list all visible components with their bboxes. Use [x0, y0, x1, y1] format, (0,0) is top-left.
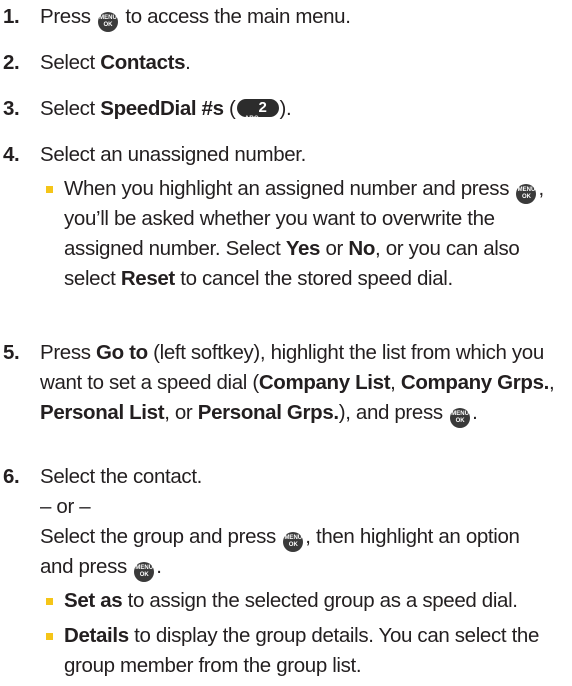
company-list-label: Company List [258, 371, 391, 394]
or-separator: – or – [40, 495, 91, 518]
step-text: Select an unassigned number. When you hi… [40, 140, 558, 299]
step-text-part: Select [40, 51, 95, 74]
company-grps-label: Company Grps. [400, 371, 549, 394]
step-number: 5. [3, 341, 20, 364]
step-text-part: , or [164, 401, 193, 424]
step-number: 4. [3, 143, 20, 166]
bullet-item: Set as to assign the selected group as a… [40, 586, 558, 616]
step-number: 1. [3, 5, 20, 28]
step-text: Select SpeedDial #s (ABC 2). [40, 94, 558, 124]
step-text-part: ), and press [338, 401, 443, 424]
step-number: 2. [3, 51, 20, 74]
reset-label: Reset [120, 267, 175, 290]
paren-close: ). [279, 97, 292, 120]
menu-ok-key-icon: MENU OK [283, 532, 304, 552]
bullet-square-icon [46, 633, 53, 640]
step-number: 3. [3, 97, 20, 120]
step-text-part: , [390, 371, 396, 394]
no-label: No [348, 237, 375, 260]
step-text-part: Select the group and press [40, 525, 276, 548]
bullet-text: or [325, 237, 343, 260]
contacts-label: Contacts [100, 51, 186, 74]
step-text-part: , [548, 371, 555, 394]
step-text: Select Contacts. [40, 48, 558, 78]
menu-ok-key-icon: MENU OK [98, 12, 119, 32]
step-text-part: Select [40, 97, 95, 120]
paren-open: ( [229, 97, 236, 120]
step-text-part: . [472, 401, 478, 424]
bullet-text: to assign the selected group as a speed … [127, 589, 518, 612]
set-as-label: Set as [64, 589, 123, 612]
step-text-part: . [185, 51, 191, 74]
bullet-text: to cancel the stored speed dial. [180, 267, 453, 290]
instruction-document: 1. Press MENU OK to access the main menu.… [0, 0, 572, 684]
bullet-list: When you highlight an assigned number an… [40, 174, 558, 294]
menu-ok-key-icon: MENU OK [450, 408, 471, 428]
goto-label: Go to [96, 341, 148, 364]
abc2-key-icon: ABC 2 [236, 99, 279, 122]
step-text-part: to access the main menu. [125, 5, 351, 28]
bullet-text: to display the group details. You can se… [64, 624, 540, 677]
speeddial-label: SpeedDial #s [100, 97, 224, 120]
yes-label: Yes [285, 237, 321, 260]
menu-ok-key-icon: MENU OK [134, 562, 155, 582]
bullet-text: When you highlight an assigned number an… [64, 177, 510, 200]
personal-list-label: Personal List [40, 401, 165, 424]
bullet-square-icon [46, 598, 53, 605]
step-text-part: Press [40, 5, 91, 28]
menu-ok-key-icon: MENU OK [516, 184, 537, 204]
step-text: Select the contact. – or – Select the gr… [40, 462, 558, 686]
bullet-item: Details to display the group details. Yo… [40, 621, 558, 681]
personal-grps-label: Personal Grps. [197, 401, 339, 424]
step-text: Press Go to (left softkey), highlight th… [40, 338, 558, 428]
step-number: 6. [3, 465, 20, 488]
step-text-part: Select the group and press MENU OK, then … [40, 522, 558, 582]
step-text-part: Press [40, 341, 91, 364]
bullet-item: When you highlight an assigned number an… [40, 174, 558, 294]
bullet-square-icon [46, 186, 53, 193]
bullet-list: Set as to assign the selected group as a… [40, 586, 558, 681]
step-text-part: Select the contact. [40, 465, 203, 488]
step-text-part: Select an unassigned number. [40, 143, 306, 166]
step-text: Press MENU OK to access the main menu. [40, 2, 558, 32]
step-text-part: . [156, 555, 162, 578]
details-label: Details [64, 624, 129, 647]
